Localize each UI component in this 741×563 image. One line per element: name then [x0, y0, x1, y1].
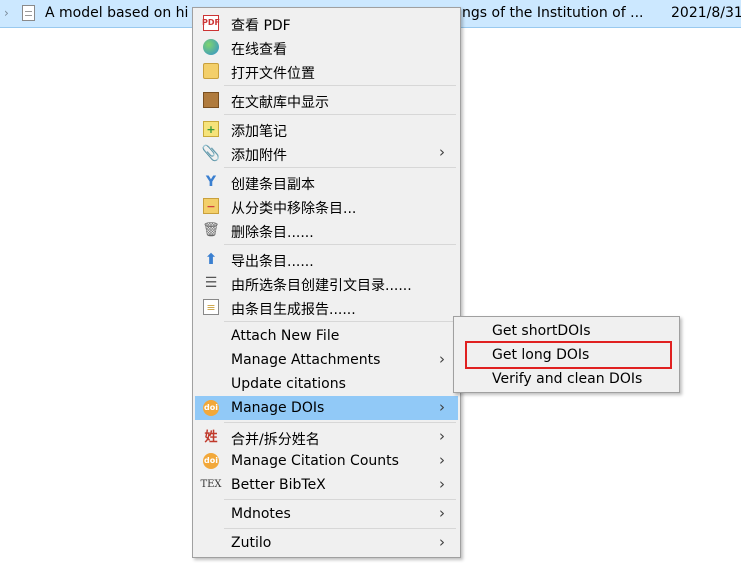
bibliography-icon: ☰: [204, 275, 218, 291]
menu-item-label: Mdnotes: [231, 506, 291, 522]
folder-icon: [203, 63, 219, 79]
menu-item-label: Manage DOIs: [231, 400, 325, 416]
menu-separator: [224, 244, 456, 245]
menu-item-add-note[interactable]: + 添加笔记: [195, 117, 458, 141]
menu-item-open-file-location[interactable]: 打开文件位置: [195, 59, 458, 83]
menu-item-delete-item[interactable]: 🗑 删除条目......: [195, 218, 458, 242]
menu-item-manage-dois[interactable]: doi Manage DOIs ›: [195, 396, 458, 420]
submenu-item-label: Get shortDOIs: [492, 323, 591, 339]
add-note-icon: +: [203, 121, 219, 137]
chevron-right-icon: ›: [439, 427, 445, 445]
menu-item-label: 从分类中移除条目...: [231, 201, 357, 217]
chevron-right-icon: ›: [439, 533, 445, 551]
menu-separator: [224, 422, 456, 423]
menu-item-view-online[interactable]: 在线查看: [195, 35, 458, 59]
context-menu: PDF 查看 PDF 在线查看 打开文件位置 在文献库中显示 + 添加笔记 📎 …: [192, 7, 461, 558]
menu-item-manage-citation-counts[interactable]: doi Manage Citation Counts ›: [195, 449, 458, 473]
menu-item-label: 在文献库中显示: [231, 95, 329, 111]
chevron-right-icon: ›: [439, 143, 445, 161]
menu-item-duplicate-item[interactable]: Y 创建条目副本: [195, 170, 458, 194]
item-title: A model based on hi: [45, 5, 189, 21]
menu-separator: [224, 499, 456, 500]
menu-item-mdnotes[interactable]: Mdnotes ›: [195, 502, 458, 526]
menu-separator: [224, 528, 456, 529]
menu-item-label: 由条目生成报告......: [231, 302, 356, 318]
menu-item-generate-report[interactable]: ≡ 由条目生成报告......: [195, 295, 458, 319]
submenu-item-verify-clean-dois[interactable]: Verify and clean DOIs: [456, 367, 677, 391]
menu-item-label: 查看 PDF: [231, 18, 291, 34]
item-date: 2021/8/31: [671, 5, 741, 21]
chevron-right-icon: ›: [439, 504, 445, 522]
menu-item-label: Attach New File: [231, 328, 340, 344]
menu-item-label: 由所选条目创建引文目录......: [231, 278, 412, 294]
menu-item-zutilo[interactable]: Zutilo ›: [195, 531, 458, 555]
menu-item-remove-from-collection[interactable]: − 从分类中移除条目...: [195, 194, 458, 218]
menu-item-label: Update citations: [231, 376, 346, 392]
duplicate-icon: Y: [205, 174, 217, 190]
item-publication: ngs of the Institution of ...: [462, 5, 644, 21]
report-icon: ≡: [203, 299, 219, 315]
name-split-icon: 姓: [204, 429, 218, 445]
menu-item-label: Manage Citation Counts: [231, 453, 399, 469]
doi-icon: doi: [203, 400, 219, 416]
tex-icon: TEX: [200, 479, 222, 490]
submenu-item-get-short-dois[interactable]: Get shortDOIs: [456, 319, 677, 343]
menu-item-split-merge-names[interactable]: 姓 合并/拆分姓名 ›: [195, 425, 458, 449]
menu-item-label: 创建条目副本: [231, 177, 315, 193]
chevron-right-icon: ›: [439, 475, 445, 493]
menu-item-label: 在线查看: [231, 42, 287, 58]
annotation-highlight-box: [465, 341, 672, 369]
menu-item-update-citations[interactable]: Update citations: [195, 372, 458, 396]
chevron-right-icon: ›: [439, 398, 445, 416]
menu-separator: [224, 321, 456, 322]
doi-icon: doi: [203, 453, 219, 469]
menu-item-create-bibliography[interactable]: ☰ 由所选条目创建引文目录......: [195, 271, 458, 295]
menu-separator: [224, 167, 456, 168]
expand-twisty-icon[interactable]: ›: [4, 6, 9, 20]
menu-item-label: 打开文件位置: [231, 66, 315, 82]
menu-item-label: 添加笔记: [231, 124, 287, 140]
menu-item-label: Better BibTeX: [231, 477, 326, 493]
chevron-right-icon: ›: [439, 350, 445, 368]
menu-item-label: Zutilo: [231, 535, 272, 551]
export-icon: ⬆: [204, 249, 218, 268]
document-icon: [22, 5, 35, 21]
menu-item-label: 导出条目......: [231, 254, 314, 270]
menu-separator: [224, 85, 456, 86]
menu-item-attach-new-file[interactable]: Attach New File: [195, 324, 458, 348]
menu-item-export-item[interactable]: ⬆ 导出条目......: [195, 247, 458, 271]
menu-item-manage-attachments[interactable]: Manage Attachments ›: [195, 348, 458, 372]
remove-from-collection-icon: −: [203, 198, 219, 214]
paperclip-icon: 📎: [201, 143, 221, 162]
menu-item-view-pdf[interactable]: PDF 查看 PDF: [195, 11, 458, 35]
menu-item-label: 删除条目......: [231, 225, 314, 241]
trash-icon: 🗑: [202, 222, 220, 238]
chevron-right-icon: ›: [439, 451, 445, 469]
menu-item-add-attachment[interactable]: 📎 添加附件 ›: [195, 141, 458, 165]
menu-item-better-bibtex[interactable]: TEX Better BibTeX ›: [195, 473, 458, 497]
library-box-icon: [203, 92, 219, 108]
submenu-item-label: Verify and clean DOIs: [492, 371, 643, 387]
globe-icon: [203, 39, 219, 55]
menu-item-label: 合并/拆分姓名: [231, 432, 320, 448]
menu-item-label: 添加附件: [231, 148, 287, 164]
menu-item-show-in-library[interactable]: 在文献库中显示: [195, 88, 458, 112]
pdf-icon: PDF: [202, 15, 220, 31]
menu-separator: [224, 114, 456, 115]
menu-item-label: Manage Attachments: [231, 352, 381, 368]
